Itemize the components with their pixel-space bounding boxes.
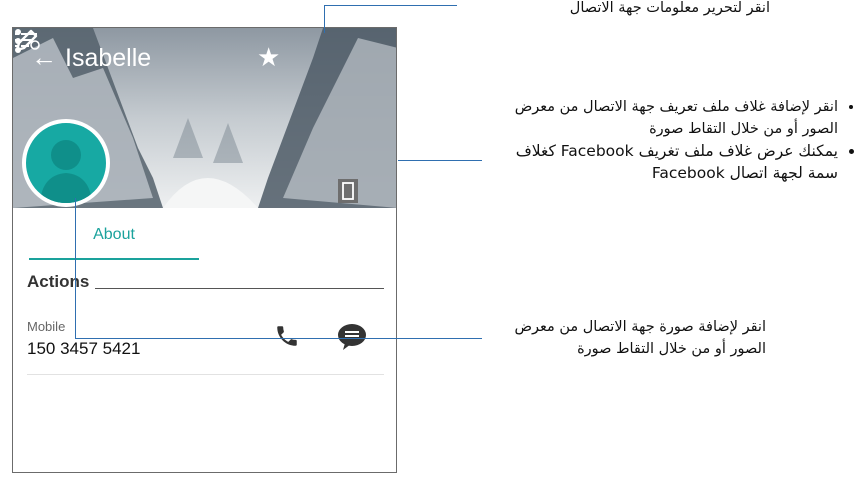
chat-icon[interactable] [337, 323, 367, 351]
callout-line [324, 5, 457, 6]
mobile-label: Mobile [27, 319, 66, 334]
tab-about[interactable]: About [29, 220, 199, 260]
edit-note: انقر لتحرير معلومات جهة الاتصال [569, 0, 770, 16]
layout-list-icon[interactable] [13, 28, 41, 52]
star-icon[interactable]: ★ [257, 42, 280, 72]
cover-notes: انقر لإضافة غلاف ملف تعريف جهة الاتصال م… [488, 96, 850, 184]
section-divider [95, 288, 384, 289]
callout-line [324, 5, 325, 33]
contact-photo[interactable] [22, 119, 110, 207]
cover-note-bullet-1: انقر لإضافة غلاف ملف تعريف جهة الاتصال م… [488, 96, 838, 140]
actions-section-title: Actions [27, 272, 90, 291]
callout-line [75, 198, 76, 338]
phone-icon[interactable] [274, 323, 300, 349]
cover-note-bullet-2: يمكنك عرض غلاف ملف تغريف Facebook كغلاف … [488, 140, 838, 184]
contact-name: Isabelle [65, 44, 152, 72]
contact-detail-screen: ← Isabelle ★ About Actions Mobile 150 34… [12, 27, 397, 473]
row-divider [27, 374, 384, 375]
callout-line [75, 338, 482, 339]
phone-frame-icon[interactable] [338, 179, 358, 203]
mobile-number[interactable]: 150 3457 5421 [27, 339, 140, 359]
person-icon [40, 140, 92, 203]
tab-about-label: About [93, 226, 135, 243]
callout-line [398, 160, 482, 161]
tab-indicator [29, 258, 199, 260]
photo-note: انقر لإضافة صورة جهة الاتصال من معرض الص… [514, 319, 766, 357]
